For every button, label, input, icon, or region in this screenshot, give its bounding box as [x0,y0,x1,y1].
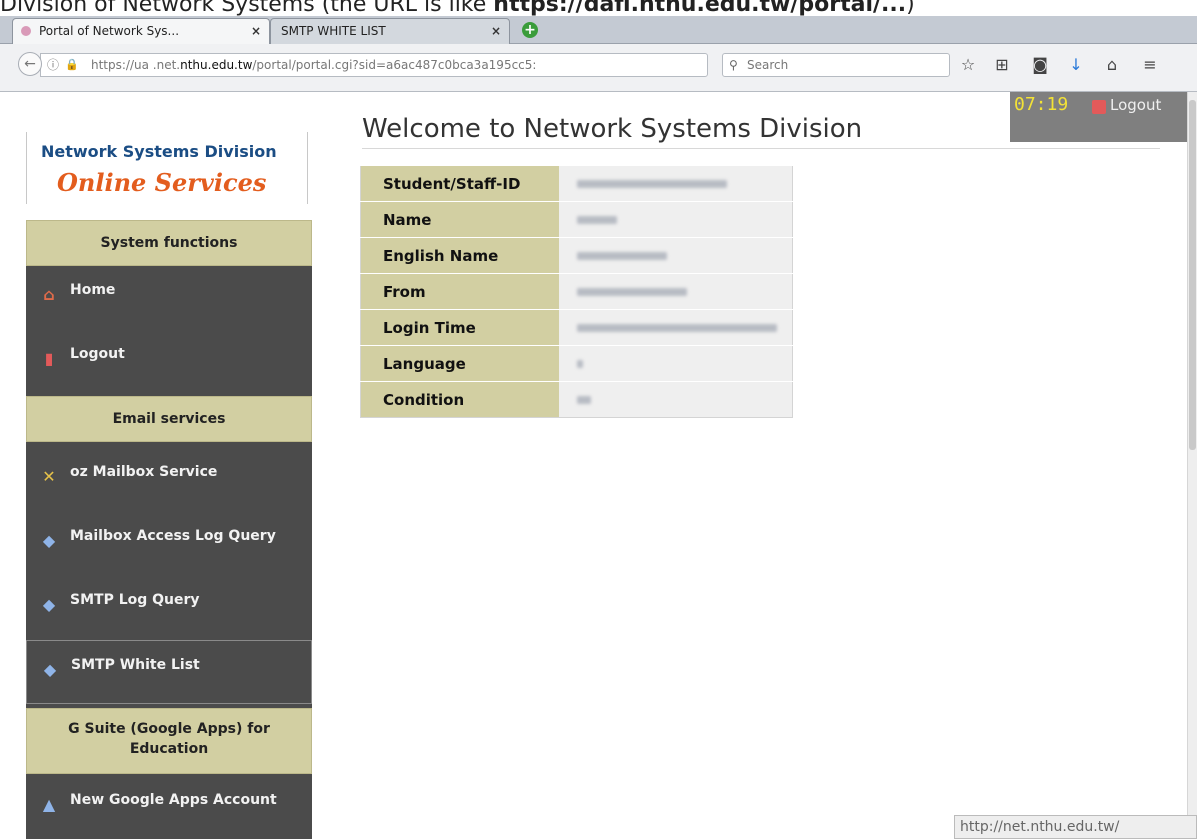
tab-portal[interactable]: Portal of Network Sys... × [12,18,270,44]
url-text: https://ua .net.nthu.edu.tw/portal/porta… [91,58,537,72]
title-divider [362,148,1160,149]
table-row: Language [360,345,793,382]
table-row: Name [360,201,793,238]
sidebar-item-oz-mailbox[interactable]: ✕ oz Mailbox Service [26,448,312,512]
session-timer-panel: 07:19 Logout [1010,92,1187,142]
bookmark-star-icon[interactable]: ☆ [958,55,978,75]
session-timer: 07:19 [1014,94,1069,115]
back-icon[interactable]: ← [18,52,42,76]
row-value-redacted [558,309,793,346]
row-value-redacted [558,273,793,310]
pocket-icon[interactable]: ◙ [1030,55,1050,75]
section-email-services: Email services [26,396,312,442]
caption-suffix: ) [906,0,915,17]
sidebar-item-home[interactable]: ⌂ Home [26,266,312,330]
logo-title: Network Systems Division [41,142,277,161]
navigation-bar: ⓘ 🔒 https://ua .net.nthu.edu.tw/portal/p… [0,44,1197,92]
page-content: Network Systems Division Online Services… [0,92,1197,839]
log-search-icon: ◆ [42,531,56,550]
row-label: Name [360,201,559,238]
section-system-functions: System functions [26,220,312,266]
sidebar-item-new-google-account[interactable]: ▲ New Google Apps Account [26,776,312,839]
status-bar-url: http://net.nthu.edu.tw/ [954,815,1197,839]
site-logo[interactable]: Network Systems Division Online Services [26,132,308,204]
home-page-icon[interactable]: ⌂ [1102,55,1122,75]
close-tab-icon[interactable]: × [251,19,261,43]
tab-label: SMTP WHITE LIST [281,24,386,38]
search-placeholder: Search [747,58,789,72]
log-search-icon: ◆ [42,595,56,614]
search-icon: ⚲ [729,58,738,72]
sidebar-item-smtp-log[interactable]: ◆ SMTP Log Query [26,576,312,640]
table-row: From [360,273,793,310]
scrollbar-thumb[interactable] [1189,100,1196,450]
page-title: Welcome to Network Systems Division [362,114,863,144]
info-icon[interactable]: ⓘ [47,54,59,76]
table-row: English Name [360,237,793,274]
section-g-suite: G Suite (Google Apps) for Education [26,708,312,774]
caption-url: https://dafl.nthu.edu.tw/portal/... [493,0,907,17]
row-label: Login Time [360,309,559,346]
scrollbar[interactable] [1187,92,1197,839]
address-bar[interactable]: ⓘ 🔒 https://ua .net.nthu.edu.tw/portal/p… [40,53,708,77]
tab-label: Portal of Network Sys... [39,24,180,38]
logout-icon [1092,100,1106,114]
downloads-icon[interactable]: ↓ [1066,55,1086,75]
sidebar: System functions ⌂ Home ▮ Logout Email s… [26,220,312,839]
search-input[interactable]: ⚲ Search [722,53,950,77]
row-value-redacted [558,165,793,202]
row-label: English Name [360,237,559,274]
sidebar-item-smtp-white-list[interactable]: ◆ SMTP White List [26,640,312,704]
table-row: Condition [360,381,793,418]
sidebar-item-logout[interactable]: ▮ Logout [26,330,312,394]
favicon-icon [21,26,31,36]
tab-smtp-white-list[interactable]: SMTP WHITE LIST × [270,18,510,44]
account-icon: ▲ [42,795,56,814]
row-value-redacted [558,345,793,382]
row-value-redacted [558,201,793,238]
sidebar-item-mailbox-access-log[interactable]: ◆ Mailbox Access Log Query [26,512,312,576]
table-row: Login Time [360,309,793,346]
caption-prefix: Division of Network Systems (the URL is … [0,0,494,17]
new-tab-button[interactable]: + [522,22,538,38]
whitelist-icon: ◆ [43,660,57,679]
close-tab-icon[interactable]: × [491,19,501,43]
menu-icon[interactable]: ≡ [1140,55,1160,75]
row-value-redacted [558,381,793,418]
home-icon: ⌂ [43,285,55,304]
row-label: Student/Staff-ID [360,165,559,202]
logout-link[interactable]: Logout [1110,96,1161,114]
logo-subtitle: Online Services [57,168,267,197]
user-info-table: Student/Staff-ID Name English Name From … [360,165,793,418]
row-label: From [360,273,559,310]
row-value-redacted [558,237,793,274]
screenshot: Division of Network Systems (the URL is … [0,0,1197,839]
logout-icon: ▮ [44,349,54,368]
lock-icon: 🔒 [65,58,79,71]
table-row: Student/Staff-ID [360,165,793,202]
reading-list-icon[interactable]: ⊞ [992,55,1012,75]
tab-bar: Portal of Network Sys... × SMTP WHITE LI… [0,16,1197,44]
tools-icon: ✕ [42,467,56,486]
row-label: Language [360,345,559,382]
row-label: Condition [360,381,559,418]
